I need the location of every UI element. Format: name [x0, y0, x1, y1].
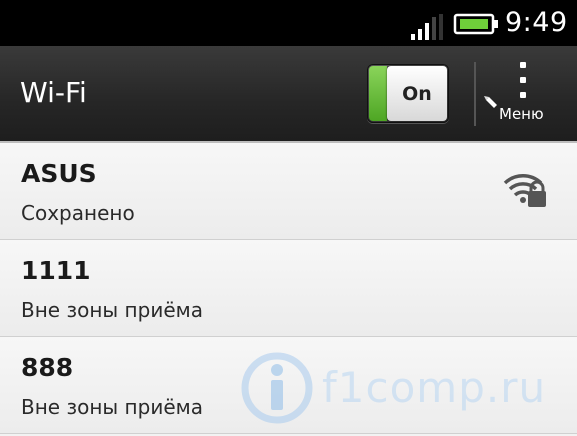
- network-status: Вне зоны приёма: [21, 395, 203, 419]
- action-bar-divider: [474, 62, 476, 126]
- action-bar: Wi-Fi On Меню: [0, 46, 577, 143]
- watermark-text: f1comp.ru: [322, 363, 547, 412]
- wifi-toggle[interactable]: On: [367, 64, 449, 123]
- watermark: f1comp.ru: [240, 352, 560, 424]
- wifi-locked-icon: [503, 174, 546, 207]
- network-item-1111[interactable]: 1111 Вне зоны приёма: [0, 240, 577, 337]
- overflow-menu-icon: [520, 62, 526, 102]
- toggle-on-indicator: [369, 66, 387, 121]
- battery-icon: [453, 13, 498, 35]
- menu-label: Меню: [499, 105, 544, 123]
- signal-bars-icon: [411, 14, 443, 40]
- network-name: 1111: [21, 256, 91, 285]
- toggle-label: On: [402, 82, 432, 105]
- network-item-asus[interactable]: ASUS Сохранено: [0, 143, 577, 240]
- watermark-logo-icon: [241, 352, 313, 424]
- network-name: 888: [21, 353, 74, 382]
- toggle-knob[interactable]: On: [387, 66, 447, 121]
- page-title: Wi-Fi: [20, 76, 87, 109]
- status-bar: 9:49: [0, 0, 577, 46]
- network-name: ASUS: [21, 159, 97, 188]
- menu-button[interactable]: Меню: [478, 56, 573, 136]
- network-status: Вне зоны приёма: [21, 298, 203, 322]
- edit-pencil-icon: [484, 96, 497, 108]
- network-status: Сохранено: [21, 201, 135, 225]
- status-time: 9:49: [505, 7, 568, 38]
